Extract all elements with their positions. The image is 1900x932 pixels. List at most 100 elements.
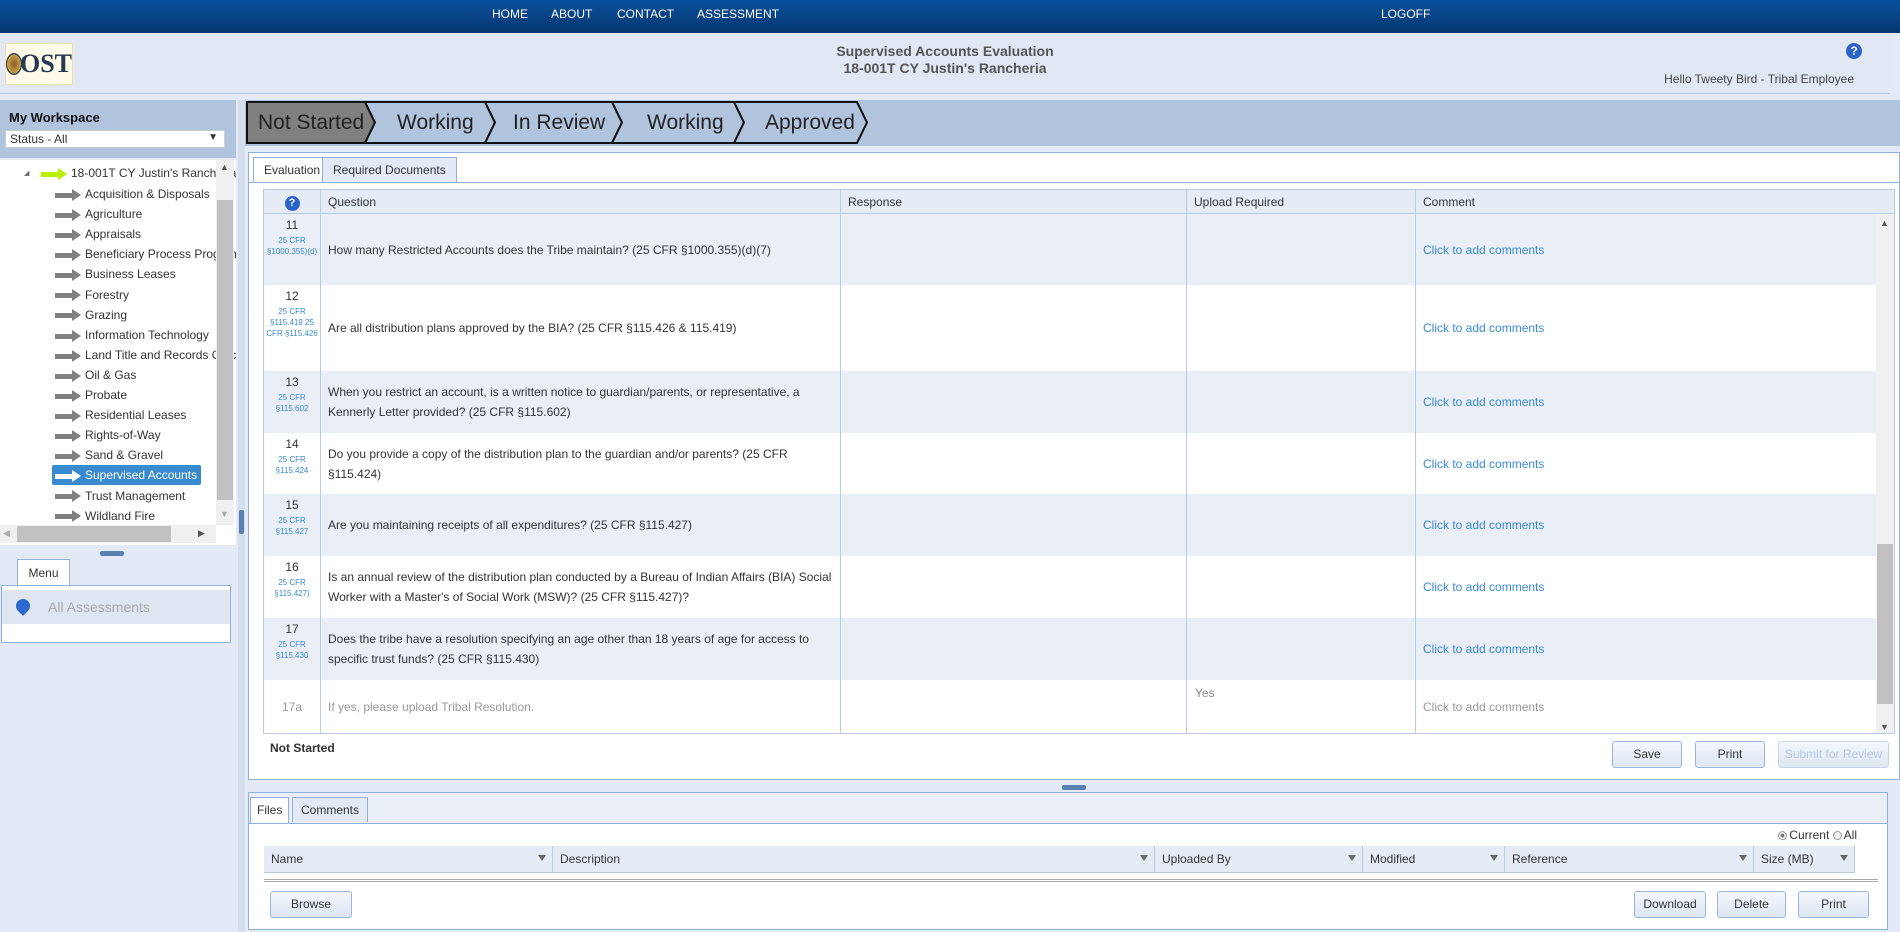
files-column-header[interactable]: Uploaded By (1155, 846, 1363, 873)
radio-current[interactable] (1778, 831, 1788, 840)
response-cell[interactable] (841, 433, 1187, 494)
menu-item-all-assessments[interactable]: All Assessments (2, 590, 230, 624)
cfr-reference[interactable]: 25 CFR §115.602 (264, 392, 320, 414)
response-cell[interactable] (841, 285, 1187, 371)
tree-horizontal-scrollbar[interactable]: ◀ ▶ (0, 525, 216, 543)
add-comment-link[interactable]: Click to add comments (1416, 618, 1876, 680)
tree-item-label: Rights-of-Way (85, 428, 161, 443)
tree-item[interactable]: Forestry (55, 285, 133, 305)
filter-icon[interactable] (1348, 855, 1356, 861)
response-cell[interactable] (841, 680, 1187, 733)
submit-for-review-button[interactable]: Submit for Review (1778, 741, 1889, 768)
upload-required-cell (1187, 556, 1416, 618)
add-comment-link[interactable]: Click to add comments (1416, 214, 1876, 285)
tree-item[interactable]: Supervised Accounts (52, 465, 202, 486)
save-button[interactable]: Save (1612, 741, 1682, 768)
cfr-reference[interactable]: 25 CFR §115.424 (264, 454, 320, 476)
nav-home[interactable]: HOME (492, 7, 528, 21)
print-button[interactable]: Print (1695, 741, 1765, 768)
nav-logoff[interactable]: LOGOFF (1381, 7, 1430, 21)
tree-item[interactable]: Appraisals (55, 224, 145, 244)
tree-item[interactable]: Acquisition & Disposals (55, 184, 214, 204)
files-column-header[interactable]: Modified (1363, 846, 1505, 873)
table-row: 11 25 CFR §1000.355)(d) How many Restricte… (264, 214, 1876, 285)
tree-item[interactable]: Grazing (55, 305, 131, 325)
tree-vertical-scrollbar[interactable]: ▲ ▼ (216, 160, 234, 525)
add-comment-link[interactable]: Click to add comments (1416, 680, 1876, 733)
delete-button[interactable]: Delete (1717, 891, 1786, 918)
files-print-button[interactable]: Print (1798, 891, 1869, 918)
tree-item[interactable]: Sand & Gravel (55, 445, 167, 465)
tree-item[interactable]: Agriculture (55, 204, 146, 224)
cfr-reference[interactable]: 25 CFR §1000.355)(d) (264, 235, 320, 257)
browse-button[interactable]: Browse (270, 891, 352, 918)
assessment-subtitle: 18-001T CY Justin's Rancheria (843, 60, 1047, 76)
add-comment-link[interactable]: Click to add comments (1416, 556, 1876, 618)
column-question[interactable]: Question (321, 190, 841, 214)
tree-item[interactable]: Wildland Fire (55, 506, 159, 526)
response-cell[interactable] (841, 618, 1187, 680)
column-comment[interactable]: Comment (1416, 190, 1894, 214)
table-row: 16 25 CFR §115.427) Is an annual review of… (264, 556, 1876, 618)
filter-icon[interactable] (538, 855, 546, 861)
filter-icon[interactable] (1739, 855, 1747, 861)
add-comment-link[interactable]: Click to add comments (1416, 285, 1876, 371)
cfr-reference[interactable]: 25 CFR §115.430 (264, 639, 320, 661)
files-column-header[interactable]: Description (553, 846, 1155, 873)
files-column-header[interactable]: Name (264, 846, 553, 873)
nav-about[interactable]: ABOUT (551, 7, 592, 21)
response-cell[interactable] (841, 214, 1187, 285)
tree-item-label: Forestry (85, 287, 130, 302)
response-cell[interactable] (841, 494, 1187, 556)
response-cell[interactable] (841, 371, 1187, 433)
nav-assessment[interactable]: ASSESSMENT (697, 7, 779, 21)
sidebar-resizer[interactable] (238, 100, 245, 932)
radio-all[interactable] (1832, 831, 1842, 840)
cfr-reference[interactable]: 25 CFR §115.427 (264, 515, 320, 537)
tab-comments[interactable]: Comments (292, 797, 369, 822)
panel-splitter[interactable] (1062, 785, 1086, 790)
tree-item[interactable]: Trust Management (55, 486, 189, 506)
tree-item[interactable]: Probate (55, 385, 131, 405)
tree-item[interactable]: Residential Leases (55, 405, 190, 425)
question-number: 14 25 CFR §115.424 (264, 433, 321, 494)
tree-item[interactable]: Oil & Gas (55, 365, 140, 385)
user-greeting: Hello Tweety Bird - Tribal Employee (1664, 72, 1854, 86)
status-filter-select[interactable]: Status - All ▼ (5, 130, 225, 148)
files-column-header[interactable]: Reference (1505, 846, 1754, 873)
grid-vertical-scrollbar[interactable]: ▲ ▼ (1876, 214, 1894, 733)
files-column-header[interactable]: Size (MB) (1754, 846, 1855, 873)
help-icon[interactable]: ? (1846, 43, 1862, 59)
add-comment-link[interactable]: Click to add comments (1416, 494, 1876, 556)
filter-icon[interactable] (1140, 855, 1148, 861)
tab-files[interactable]: Files (250, 797, 290, 823)
tab-menu[interactable]: Menu (17, 559, 70, 586)
tree-item[interactable]: Rights-of-Way (55, 425, 165, 445)
column-upload-required[interactable]: Upload Required (1187, 190, 1416, 214)
response-cell[interactable] (841, 556, 1187, 618)
menu-panel: Menu All Assessments (0, 553, 236, 648)
cfr-reference[interactable]: 25 CFR §115.419 25 CFR §115.426 (264, 306, 320, 339)
column-response[interactable]: Response (841, 190, 1187, 214)
tab-evaluation[interactable]: Evaluation (253, 157, 332, 183)
evaluation-panel: Evaluation Required Documents ? Question… (248, 152, 1900, 780)
tree-item[interactable]: Business Leases (55, 264, 180, 284)
tree-item[interactable]: Beneficiary Process Program (55, 244, 236, 264)
add-comment-link[interactable]: Click to add comments (1416, 371, 1876, 433)
table-row: 15 25 CFR §115.427 Are you maintaining rec… (264, 494, 1876, 556)
help-icon[interactable]: ? (284, 196, 300, 211)
arrow-icon (55, 490, 81, 503)
filter-icon[interactable] (1840, 855, 1848, 861)
cfr-reference[interactable]: 25 CFR §115.427) (264, 577, 320, 599)
tree-root[interactable]: 18-001T CY Justin's Rancheria (41, 163, 236, 183)
question-text: Is an annual review of the distribution … (321, 556, 841, 618)
tree-item[interactable]: Information Technology (55, 325, 213, 345)
tree-item[interactable]: Land Title and Records Office (55, 345, 236, 365)
collapse-icon[interactable]: ◢ (24, 169, 29, 177)
add-comment-link[interactable]: Click to add comments (1416, 433, 1876, 494)
nav-contact[interactable]: CONTACT (617, 7, 674, 21)
tab-required-documents[interactable]: Required Documents (322, 157, 457, 182)
filter-icon[interactable] (1490, 855, 1498, 861)
sidebar: My Workspace Status - All ▼ ◢ 18-001T CY … (0, 100, 238, 932)
download-button[interactable]: Download (1634, 891, 1706, 918)
